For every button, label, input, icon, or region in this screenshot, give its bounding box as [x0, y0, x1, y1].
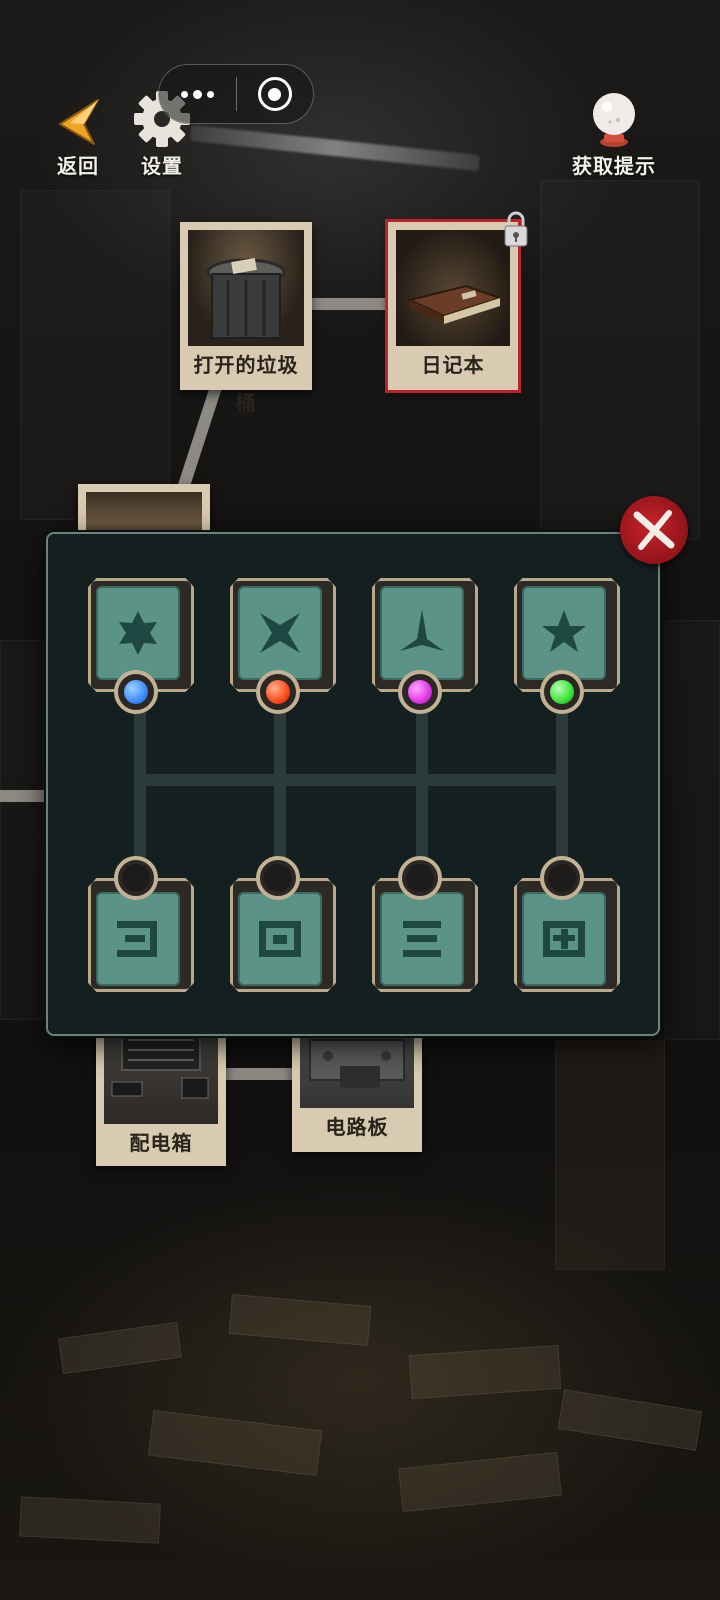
wall-panel [540, 180, 700, 540]
clue-connector [310, 298, 390, 310]
wire-track [556, 704, 568, 874]
empty-socket-icon [122, 864, 150, 892]
top-tile-3[interactable] [372, 578, 478, 714]
clue-card-circuit-board[interactable]: 电路板 [292, 1030, 422, 1152]
gem-socket [540, 670, 584, 714]
floor-paper [398, 1451, 562, 1513]
tile-face [96, 892, 180, 986]
floor-paper [19, 1496, 161, 1544]
top-tile-2[interactable] [230, 578, 336, 714]
clue-connector [225, 1068, 295, 1080]
ceiling-light [189, 124, 481, 172]
mini-program-capsule [158, 64, 314, 124]
bottom-tile-4[interactable] [514, 856, 620, 992]
clue-card-open-trash-can[interactable]: 打开的垃圾桶 [180, 222, 312, 415]
wire-track [134, 704, 146, 874]
clue-card-distribution-box[interactable]: 配电箱 [96, 1020, 226, 1166]
back-arrow-icon [59, 99, 99, 145]
bottom-tile-2[interactable] [230, 856, 336, 992]
grid-glyph-icon [543, 921, 585, 957]
diary-book-icon [407, 284, 504, 324]
clue-connector [0, 790, 48, 802]
tile-face [96, 586, 180, 680]
magenta-gem-icon [408, 680, 432, 704]
lock-icon [504, 211, 528, 247]
circuit-board-icon [309, 1039, 405, 1088]
empty-socket-icon [264, 864, 292, 892]
floor-paper [58, 1321, 182, 1375]
tile-face [238, 586, 322, 680]
close-puzzle-button[interactable] [620, 496, 688, 564]
wire-track [274, 704, 286, 874]
floor-paper [408, 1344, 562, 1400]
tile-face [522, 892, 606, 986]
gem-socket [540, 856, 584, 900]
gem-socket [114, 856, 158, 900]
circuit-board-photo [300, 1030, 414, 1108]
top-tile-1[interactable] [88, 578, 194, 714]
wall-panel [0, 640, 44, 1020]
three-point-star-icon [400, 609, 444, 651]
wire-track [134, 774, 568, 786]
clue-label: 电路板 [325, 1115, 389, 1139]
clue-label: 日记本 [421, 353, 485, 377]
clue-card-diary[interactable]: 日记本 [388, 211, 528, 390]
hint-button[interactable]: 获取提示 [560, 90, 668, 179]
five-point-star-icon [542, 610, 586, 652]
wire-track [416, 704, 428, 874]
close-x-icon [633, 510, 675, 550]
crystal-ball-icon [593, 93, 635, 147]
gem-socket [398, 670, 442, 714]
gem-socket [114, 670, 158, 714]
wall-panel [665, 620, 720, 1040]
gem-socket [256, 856, 300, 900]
cabinet [555, 1040, 665, 1270]
wall-panel [20, 190, 170, 520]
gem-socket [256, 670, 300, 714]
target-ring-icon [257, 77, 292, 111]
empty-socket-icon [548, 864, 576, 892]
box-glyph-icon [259, 921, 301, 957]
green-gem-icon [550, 680, 574, 704]
six-point-star-icon [119, 611, 157, 655]
tile-face [522, 586, 606, 680]
hint-label: 获取提示 [572, 154, 656, 178]
clue-label: 配电箱 [129, 1131, 193, 1155]
floor-paper [557, 1389, 703, 1451]
settings-label: 设置 [141, 154, 183, 178]
back-label: 返回 [57, 154, 99, 178]
symbol-puzzle-panel [46, 532, 660, 1036]
tile-face [380, 892, 464, 986]
triple-bar-glyph-icon [403, 921, 441, 957]
bottom-tile-1[interactable] [88, 856, 194, 992]
four-point-star-icon [260, 613, 300, 653]
gem-socket [398, 856, 442, 900]
capsule-close-button[interactable] [237, 64, 313, 124]
back-button[interactable]: 返回 [48, 96, 108, 179]
red-gem-icon [266, 680, 290, 704]
top-tile-4[interactable] [514, 578, 620, 714]
floor-paper [228, 1293, 372, 1347]
tile-face [380, 586, 464, 680]
blue-gem-icon [124, 680, 148, 704]
tile-face [238, 892, 322, 986]
floor-paper [147, 1409, 323, 1477]
trash-can-photo [188, 230, 304, 346]
diary-book-photo [396, 230, 510, 346]
empty-socket-icon [406, 864, 434, 892]
clue-label: 打开的垃圾桶 [193, 353, 299, 415]
more-dots-icon[interactable] [159, 64, 236, 124]
spiral-glyph-icon [117, 921, 157, 957]
trash-can-icon [206, 258, 286, 339]
bottom-tile-3[interactable] [372, 856, 478, 992]
